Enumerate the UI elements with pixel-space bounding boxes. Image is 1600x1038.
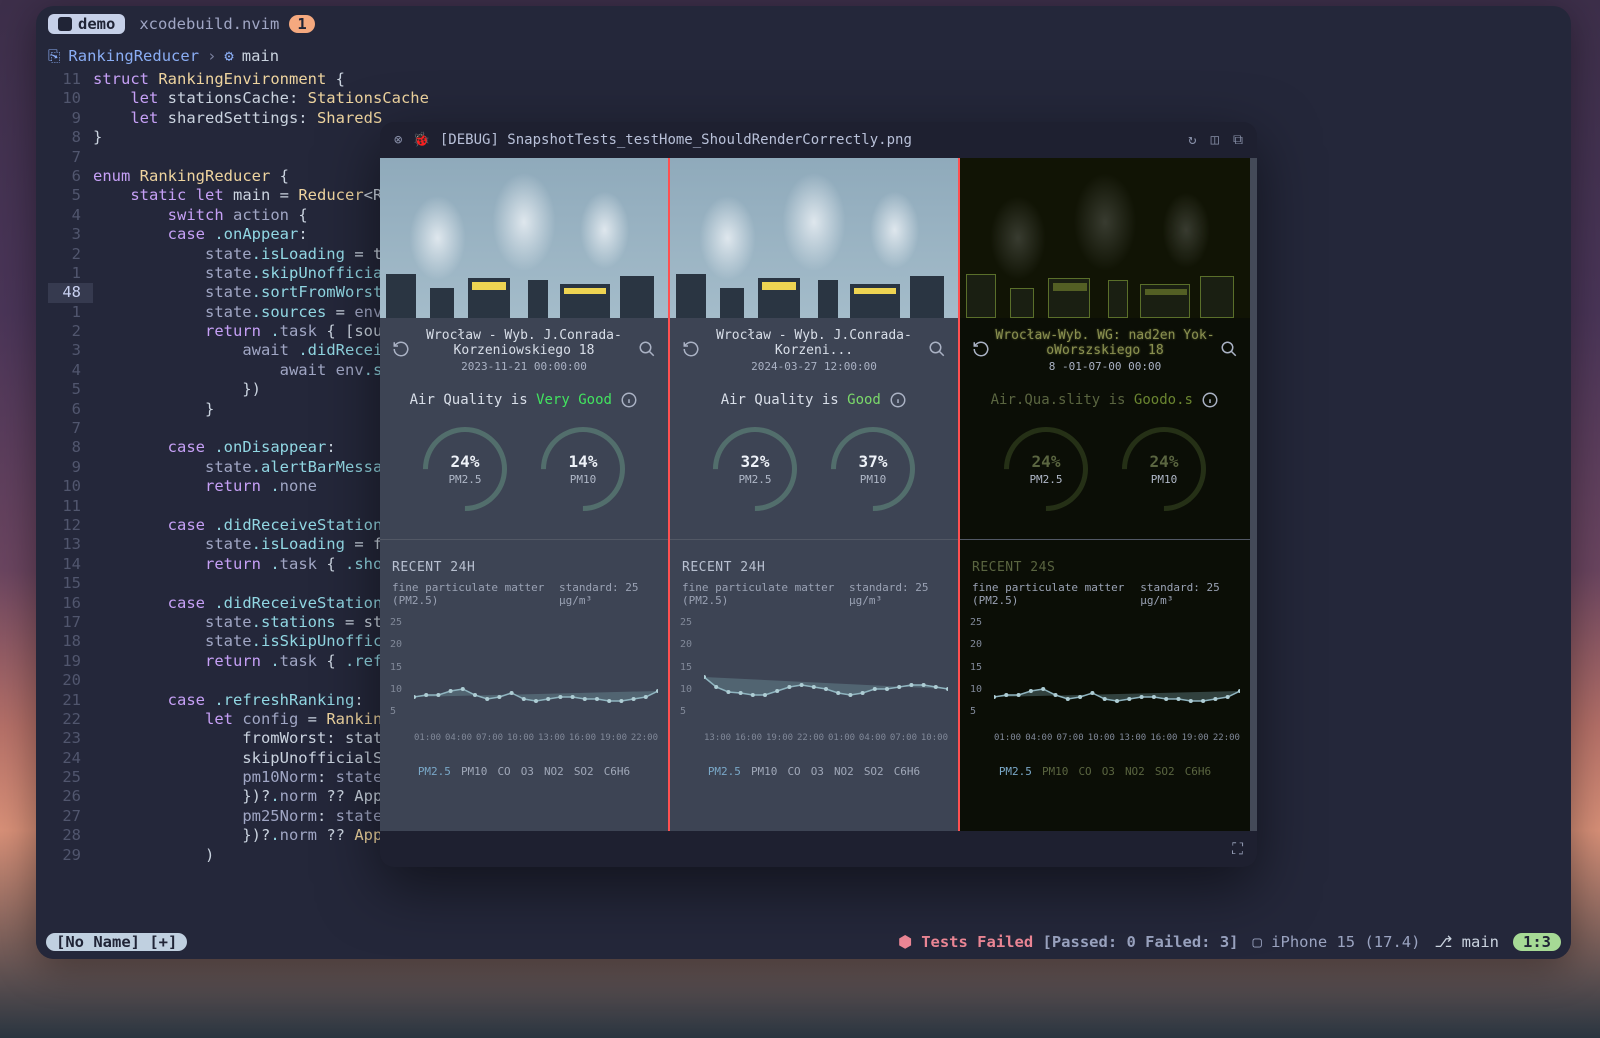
crumb-file[interactable]: RankingReducer (68, 47, 199, 65)
gauge-pm25: 24%PM2.5 (423, 427, 507, 511)
search-icon[interactable] (638, 340, 656, 362)
refresh-icon[interactable] (682, 340, 700, 362)
header-illustration (960, 158, 1250, 318)
chart-standard: standard: 25 µg/m³ (1140, 581, 1238, 607)
overlay-title: [DEBUG] SnapshotTests_testHome_ShouldRen… (440, 132, 912, 148)
device-icon: ▢ (1252, 933, 1271, 951)
file-icon: ⎘ (48, 47, 60, 66)
chart-sublabel: fine particulate matter (PM2.5) (392, 581, 559, 607)
pollutant-tab[interactable]: CO (497, 765, 510, 778)
tab-label: demo (78, 15, 115, 33)
chart-sublabel: fine particulate matter (PM2.5) (682, 581, 849, 607)
overlay-body: Wrocław - Wyb. J.Conrada-Korzeniowskiego… (380, 158, 1257, 831)
crumb-sep: › (207, 47, 216, 65)
crumb-symbol[interactable]: main (242, 47, 279, 65)
header-illustration (670, 158, 958, 318)
pollutant-tab[interactable]: O3 (521, 765, 534, 778)
chart-standard: standard: 25 µg/m³ (559, 581, 656, 607)
gauge-pm25: 24%PM2.5 (1004, 427, 1088, 511)
search-icon[interactable] (1220, 340, 1238, 362)
pollutant-tab[interactable]: PM10 (1042, 765, 1069, 778)
tab-demo[interactable]: demo (48, 14, 125, 34)
air-quality-label: Air Quality is Very Good (380, 391, 668, 409)
info-icon[interactable] (889, 391, 907, 409)
pollutant-tab[interactable]: CO (1078, 765, 1091, 778)
pollutant-tab[interactable]: PM2.5 (418, 765, 451, 778)
gauge-pm10: 14%PM10 (541, 427, 625, 511)
device-indicator[interactable]: ▢ iPhone 15 (17.4) (1252, 933, 1420, 951)
snapshot-panel: Wrocław - Wyb. J.Conrada-Korzeni... 2024… (670, 158, 960, 831)
chart-sublabel: fine particulate matter (PM2.5) (972, 581, 1140, 607)
bug-icon: 🐞 (412, 132, 429, 148)
cursor-position: 1:3 (1513, 933, 1561, 951)
snapshot-panel: Wrocław - Wyb. J.Conrada-Korzeniowskiego… (380, 158, 670, 831)
chart-pm25: 252015105 13:0016:0019:0022:0001:0004:00… (680, 617, 948, 747)
station-date: 2024-03-27 12:00:00 (700, 360, 928, 373)
chart-standard: standard: 25 µg/m³ (849, 581, 946, 607)
pollutant-tab[interactable]: CO (787, 765, 800, 778)
pollutant-tab[interactable]: NO2 (834, 765, 854, 778)
pollutant-tab[interactable]: PM2.5 (708, 765, 741, 778)
tab-badge: 1 (289, 15, 314, 33)
tests-icon: ⬢ (898, 933, 921, 951)
refresh-icon[interactable] (972, 340, 990, 362)
station-date: 2023-11-21 00:00:00 (410, 360, 638, 373)
pollutant-tab[interactable]: C6H6 (894, 765, 921, 778)
pollutant-tabs[interactable]: PM2.5 PM10 CO O3 NO2 SO2 C6H6 (670, 765, 958, 778)
header-illustration (380, 158, 668, 318)
info-icon[interactable] (620, 391, 638, 409)
breadcrumb: ⎘ RankingReducer › ⚙ main (36, 42, 1571, 70)
pollutant-tab[interactable]: PM10 (461, 765, 488, 778)
air-quality-label: Air.Qua.slity is Goodo.s (960, 391, 1250, 409)
chart-pm25: 252015105 01:0004:0007:0010:0013:0016:00… (970, 617, 1240, 747)
air-quality-label: Air Quality is Good (670, 391, 958, 409)
station-name: Wrocław - Wyb. J.Conrada-Korzeniowskiego… (410, 328, 638, 358)
pollutant-tab[interactable]: C6H6 (604, 765, 631, 778)
snapshot-panel: Wrocław-Wyb. WG: nad2en Yok-oWorszskiego… (960, 158, 1250, 831)
recent-header: RECENT 24H (380, 539, 668, 575)
close-icon[interactable]: ⊗ (394, 132, 402, 148)
recent-header: RECENT 24H (670, 539, 958, 575)
station-name: Wrocław-Wyb. WG: nad2en Yok-oWorszskiego… (990, 328, 1220, 358)
tab-bar: demo xcodebuild.nvim 1 (36, 6, 1571, 42)
station-date: 8 -01-07-00 00:00 (990, 360, 1220, 373)
pollutant-tabs[interactable]: PM2.5 PM10 CO O3 NO2 SO2 C6H6 (960, 765, 1250, 778)
status-bar: [No Name] [+] ⬢ Tests Failed [Passed: 0 … (36, 925, 1571, 959)
overlay-footer: ⛶ (380, 831, 1257, 867)
fullscreen-icon[interactable]: ⛶ (1232, 840, 1243, 859)
pollutant-tab[interactable]: NO2 (544, 765, 564, 778)
pollutant-tab[interactable]: C6H6 (1185, 765, 1212, 778)
pollutant-tab[interactable]: SO2 (1155, 765, 1175, 778)
search-icon[interactable] (928, 340, 946, 362)
symbol-icon: ⚙ (224, 47, 233, 65)
pollutant-tab[interactable]: PM10 (751, 765, 778, 778)
pollutant-tab[interactable]: PM2.5 (999, 765, 1032, 778)
pollutant-tab[interactable]: O3 (811, 765, 824, 778)
gauge-pm25: 32%PM2.5 (713, 427, 797, 511)
chart-pm25: 252015105 01:0004:0007:0010:0013:0016:00… (390, 617, 658, 747)
branch-icon: ⎇ (1434, 933, 1461, 951)
gauge-pm10: 24%PM10 (1122, 427, 1206, 511)
buffer-name: [No Name] [+] (46, 933, 187, 951)
tests-status[interactable]: ⬢ Tests Failed [Passed: 0 Failed: 3] (898, 933, 1238, 951)
recent-header: RECENT 24S (960, 539, 1250, 575)
info-icon[interactable] (1201, 391, 1219, 409)
pollutant-tabs[interactable]: PM2.5 PM10 CO O3 NO2 SO2 C6H6 (380, 765, 668, 778)
snapshot-preview-window: ⊗ 🐞 [DEBUG] SnapshotTests_testHome_Shoul… (380, 122, 1257, 867)
pollutant-tab[interactable]: O3 (1102, 765, 1115, 778)
reload-icon[interactable]: ↻ (1188, 132, 1196, 148)
gauge-pm10: 37%PM10 (831, 427, 915, 511)
pollutant-tab[interactable]: NO2 (1125, 765, 1145, 778)
tab-icon (58, 17, 72, 31)
focus-icon[interactable]: ◫ (1211, 132, 1219, 148)
station-name: Wrocław - Wyb. J.Conrada-Korzeni... (700, 328, 928, 358)
tab-label: xcodebuild.nvim (139, 15, 279, 33)
overlay-header: ⊗ 🐞 [DEBUG] SnapshotTests_testHome_Shoul… (380, 122, 1257, 158)
git-branch[interactable]: ⎇ main (1434, 933, 1499, 951)
refresh-icon[interactable] (392, 340, 410, 362)
pollutant-tab[interactable]: SO2 (864, 765, 884, 778)
copy-icon[interactable]: ⧉ (1233, 132, 1243, 148)
pollutant-tab[interactable]: SO2 (574, 765, 594, 778)
tab-xcodebuild[interactable]: xcodebuild.nvim 1 (139, 15, 314, 33)
